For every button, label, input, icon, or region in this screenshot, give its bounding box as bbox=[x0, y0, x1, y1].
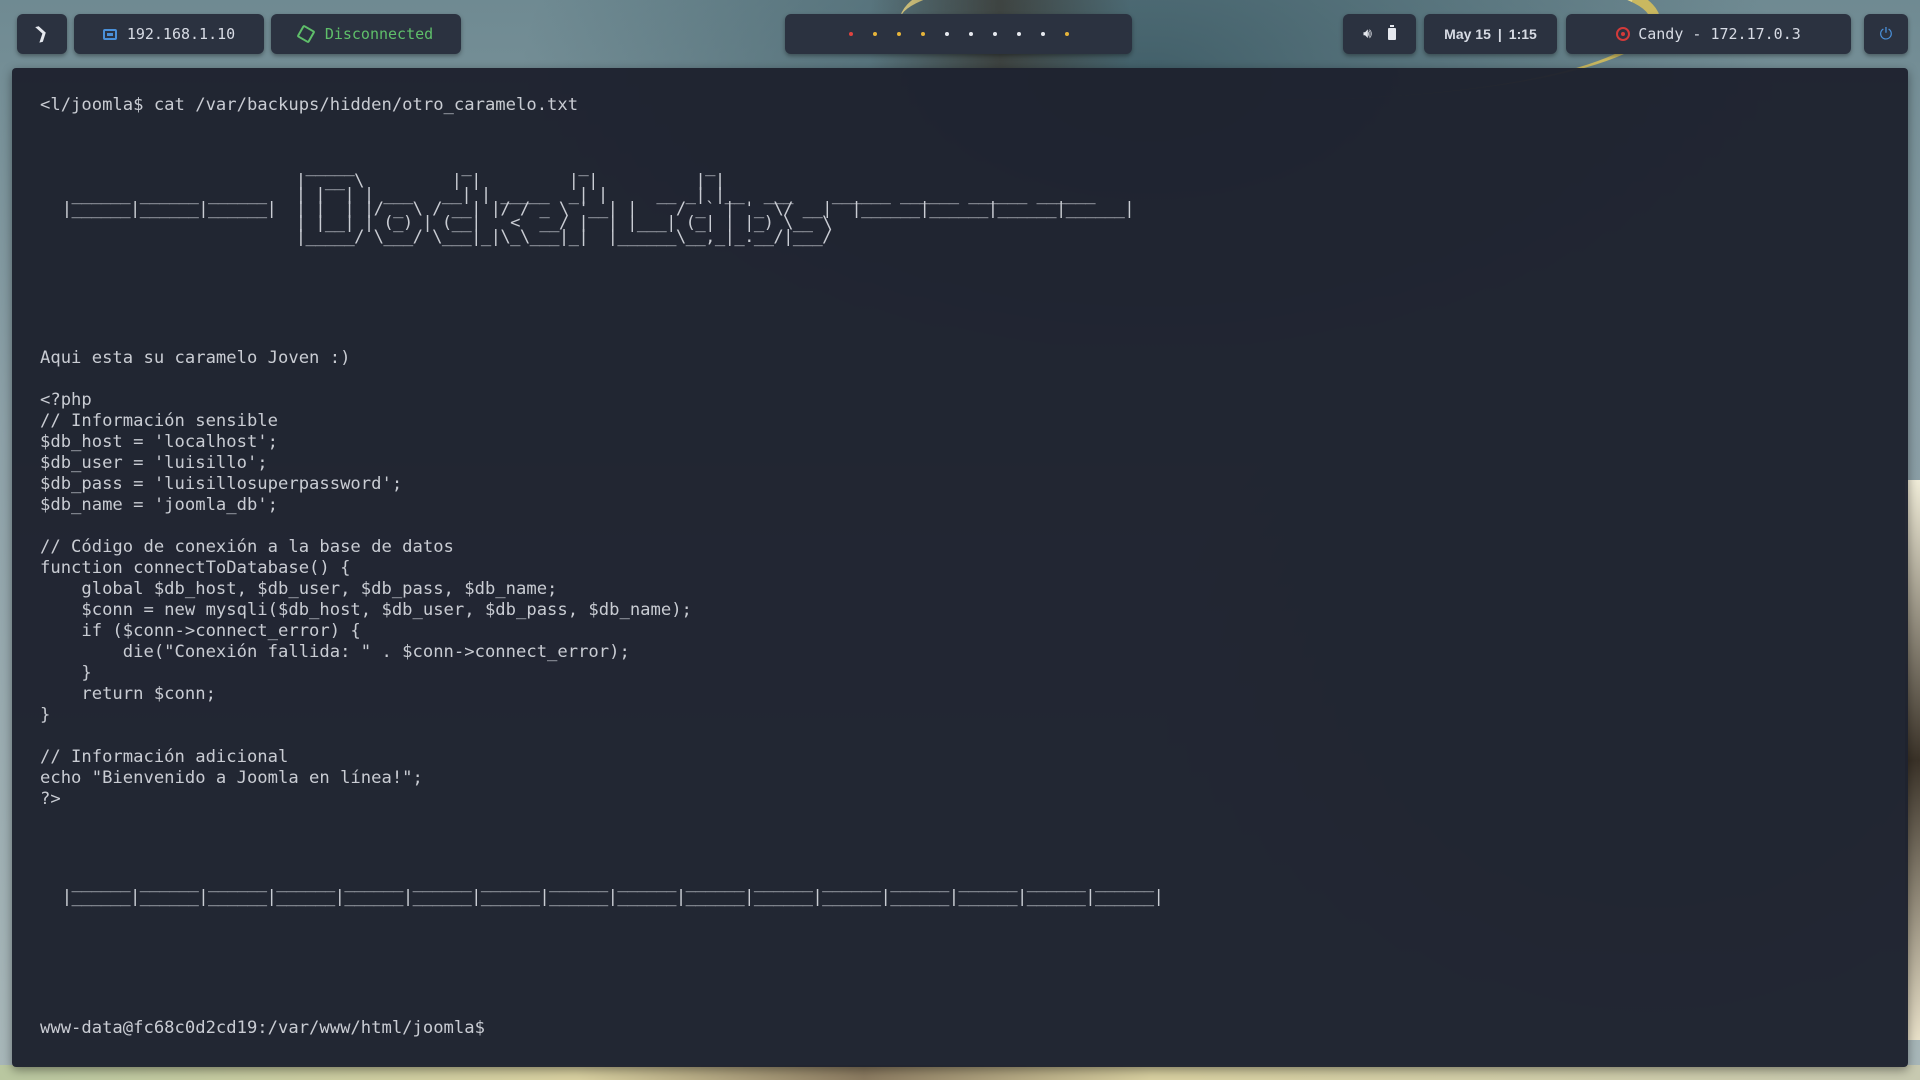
target-icon bbox=[1616, 27, 1631, 41]
workspace-dot[interactable] bbox=[1064, 32, 1069, 36]
target-widget[interactable]: Candy - 172.17.0.3 bbox=[1566, 14, 1851, 54]
workspace-dot[interactable] bbox=[944, 32, 949, 36]
workspace-dot[interactable] bbox=[1016, 32, 1021, 36]
workspace-dot[interactable] bbox=[896, 32, 901, 36]
terminal-window[interactable]: <l/joomla$ cat /var/backups/hidden/otro_… bbox=[12, 68, 1908, 1067]
workspace-dot[interactable] bbox=[1040, 32, 1045, 36]
ip-widget[interactable]: 192.168.1.10 bbox=[74, 14, 264, 54]
output-message: Aqui esta su caramelo Joven :) bbox=[40, 348, 351, 368]
workspace-dot[interactable] bbox=[920, 32, 925, 36]
vpn-widget[interactable]: Disconnected bbox=[271, 14, 461, 54]
footer-art: ______ ______ ______ ______ ______ _____… bbox=[61, 873, 1164, 907]
vpn-status: Disconnected bbox=[324, 25, 434, 43]
power-button[interactable]: ⏻ bbox=[1864, 14, 1908, 54]
target-label: Candy - 172.17.0.3 bbox=[1638, 25, 1801, 43]
workspace-switcher[interactable] bbox=[785, 14, 1132, 54]
system-tray[interactable]: 🔊︎ bbox=[1343, 14, 1416, 54]
ip-address: 192.168.1.10 bbox=[126, 25, 236, 43]
workspace-dot[interactable] bbox=[872, 32, 877, 36]
speaker-icon[interactable]: 🔊︎ bbox=[1363, 26, 1372, 42]
workspace-dot[interactable] bbox=[968, 32, 973, 36]
workspace-dot[interactable] bbox=[848, 32, 853, 36]
wallpaper-bottom-strip bbox=[0, 1065, 1920, 1080]
date-label: May 15 bbox=[1444, 26, 1491, 42]
power-icon: ⏻ bbox=[1879, 24, 1893, 43]
battery-icon bbox=[1387, 25, 1396, 40]
monitor-icon bbox=[102, 28, 117, 40]
php-code-output: <?php // Información sensible $db_host =… bbox=[40, 390, 692, 809]
clock-widget[interactable]: May 15 | 1:15 bbox=[1424, 14, 1557, 54]
command-line: <l/joomla$ cat /var/backups/hidden/otro_… bbox=[40, 95, 579, 115]
vpn-box-icon bbox=[296, 24, 316, 44]
banner-art: _____ _ _ _ | __ \ | | | | | | ______ __… bbox=[61, 157, 1135, 247]
workspace-dot[interactable] bbox=[992, 32, 997, 36]
shell-prompt[interactable]: www-data@fc68c0d2cd19:/var/www/html/joom… bbox=[40, 1018, 485, 1039]
time-label: 1:15 bbox=[1508, 26, 1537, 42]
parrot-logo-icon: ❯ bbox=[32, 19, 52, 48]
launcher-button[interactable]: ❯ bbox=[17, 14, 67, 54]
clock-separator: | bbox=[1497, 26, 1502, 42]
